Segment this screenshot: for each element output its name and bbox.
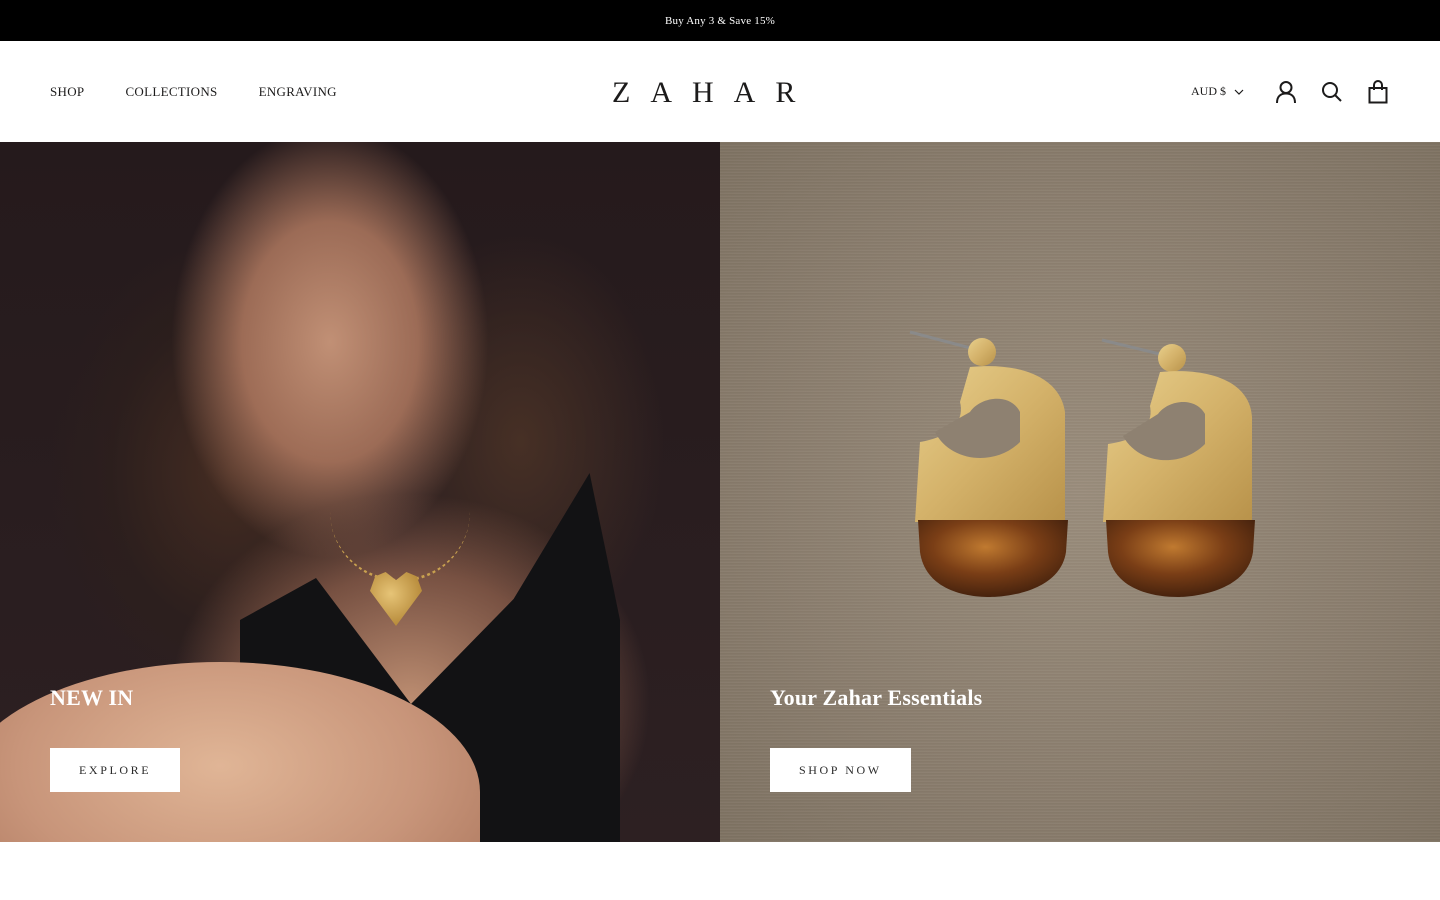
currency-selector[interactable]: AUD $ <box>1191 84 1244 99</box>
logo-text: ZAHAR <box>612 76 816 109</box>
hero-panel-new-in: NEW IN EXPLORE <box>0 142 720 842</box>
panel-title-new-in: NEW IN <box>50 685 134 710</box>
panel-title-essentials: Your Zahar Essentials <box>770 685 983 710</box>
search-icon[interactable] <box>1320 80 1344 104</box>
cart-icon[interactable] <box>1366 79 1390 104</box>
account-icon[interactable] <box>1274 80 1298 104</box>
currency-label: AUD $ <box>1191 84 1226 98</box>
nav-item-shop[interactable]: SHOP <box>50 84 84 100</box>
announcement-text: Buy Any 3 & Save 15% <box>664 14 776 27</box>
earrings-photo <box>909 330 1255 597</box>
shop-now-button[interactable]: SHOP NOW <box>770 748 911 792</box>
nav-item-collections[interactable]: COLLECTIONS <box>125 84 217 100</box>
explore-button[interactable]: EXPLORE <box>50 748 181 792</box>
nav-item-engraving[interactable]: ENGRAVING <box>259 84 337 100</box>
site-header: SHOP COLLECTIONS ENGRAVING ZAHAR AUD $ <box>0 41 1440 142</box>
main-nav: SHOP COLLECTIONS ENGRAVING <box>50 41 337 142</box>
hero-panel-essentials: Your Zahar Essentials SHOP NOW <box>720 142 1440 842</box>
announcement-bar: Buy Any 3 & Save 15% <box>0 0 1440 41</box>
brand-logo[interactable]: ZAHAR <box>612 75 832 111</box>
chevron-down-icon <box>1234 89 1244 95</box>
hero-section: NEW IN EXPLORE Your Zahar Essentials SHO… <box>0 142 1440 842</box>
header-actions: AUD $ <box>1191 41 1390 142</box>
